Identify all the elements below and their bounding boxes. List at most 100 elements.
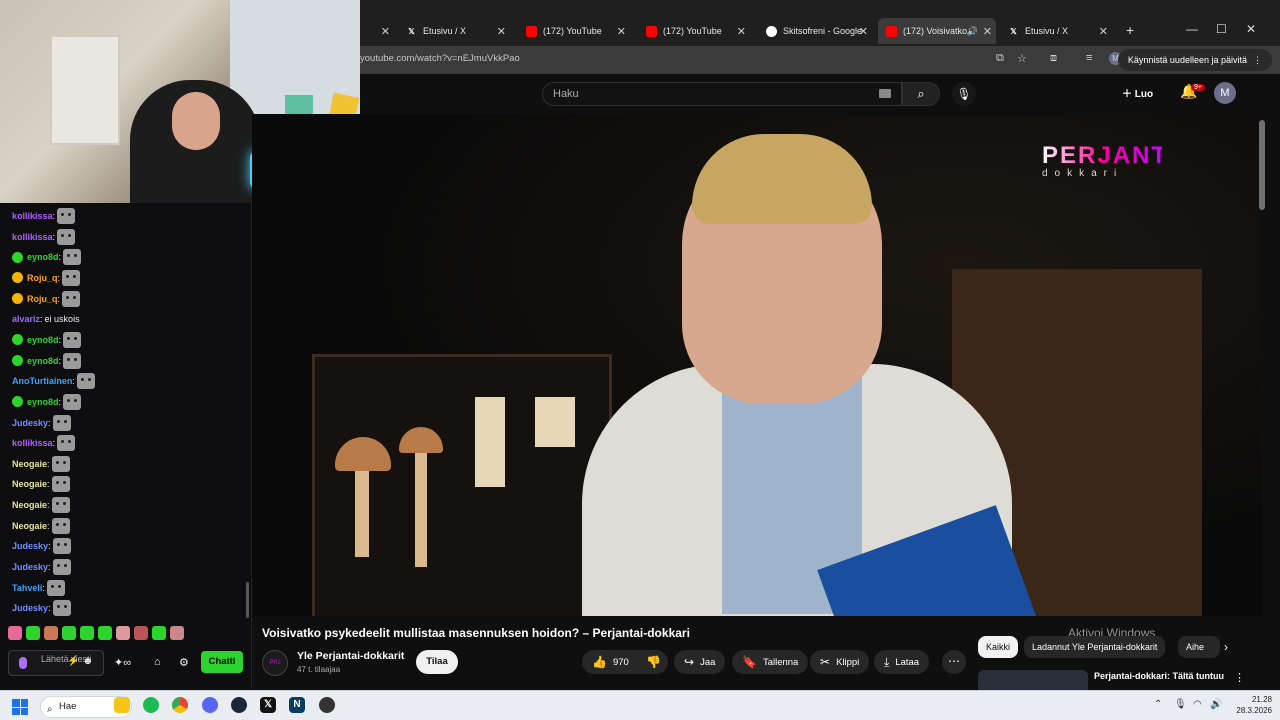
file-explorer-icon[interactable] (114, 697, 130, 713)
chip-uploaded-by[interactable]: Ladannut Yle Perjantai-dokkarit (1024, 636, 1166, 658)
cat-emote-icon[interactable] (52, 538, 71, 555)
media-control-icon[interactable]: ≡ (1086, 52, 1092, 64)
cat-emote-icon[interactable] (52, 600, 71, 617)
bits-icon[interactable]: ⚡ (67, 657, 79, 667)
dislike-button[interactable]: 👎 (638, 650, 668, 674)
steam-icon[interactable] (231, 697, 247, 713)
chat-username[interactable]: Neogaie (12, 459, 47, 469)
chat-badge-icon[interactable] (12, 334, 23, 346)
chat-username[interactable]: kollikissa (12, 232, 53, 242)
browser-tab[interactable]: 𝕏 Etusivu / X ✕ (1000, 20, 1112, 42)
discord-icon[interactable] (202, 697, 218, 713)
close-icon[interactable]: ✕ (617, 25, 626, 38)
chat-badge-icon[interactable] (12, 251, 23, 263)
cat-emote-icon[interactable] (51, 455, 70, 472)
chat-username[interactable]: eyno8d (27, 335, 59, 345)
chat-username[interactable]: Neogaie (12, 521, 47, 531)
clip-button[interactable]: ✂ Klippi (810, 650, 870, 674)
spotify-icon[interactable] (143, 697, 159, 713)
chat-username[interactable]: Neogaie (12, 479, 47, 489)
chat-username[interactable]: eyno8d (27, 397, 59, 407)
update-restart-button[interactable]: Käynnistä uudelleen ja päivitä ⋮ (1117, 49, 1272, 71)
download-button[interactable]: ⤓ Lataa (874, 650, 930, 674)
emote-icon[interactable] (80, 626, 94, 640)
share-button[interactable]: ↪ Jaa (674, 650, 726, 674)
emote-icon[interactable] (26, 626, 40, 640)
search-button[interactable]: ⌕ (902, 82, 940, 106)
chat-message-input[interactable]: Lähetä viesti ⚡ ☻ (8, 650, 104, 676)
obs-icon[interactable] (319, 697, 335, 713)
cat-emote-icon[interactable] (63, 331, 82, 348)
chip-all[interactable]: Kaikki (978, 636, 1019, 658)
browser-tab[interactable]: ✕ (360, 20, 394, 42)
volume-icon[interactable]: 🔊 (1210, 699, 1222, 710)
x-app-icon[interactable]: 𝕏 (260, 697, 276, 713)
cat-emote-icon[interactable] (52, 559, 71, 576)
cat-emote-icon[interactable] (46, 579, 65, 596)
chat-username[interactable]: eyno8d (27, 356, 59, 366)
chat-scrollbar[interactable] (246, 582, 249, 618)
cat-emote-icon[interactable] (57, 435, 76, 452)
page-scrollbar-thumb[interactable] (1259, 120, 1265, 210)
minimize-icon[interactable]: — (1186, 22, 1198, 36)
chat-badge-icon[interactable] (12, 293, 23, 305)
mic-icon[interactable] (19, 657, 27, 669)
chat-username[interactable]: AnoTurtiainen (12, 376, 72, 386)
extensions-icon[interactable]: ⧈ (1050, 52, 1057, 65)
cat-emote-icon[interactable] (63, 249, 82, 266)
emote-icon[interactable] (62, 626, 76, 640)
cat-emote-icon[interactable] (62, 290, 81, 307)
bookmark-star-icon[interactable]: ☆ (1017, 52, 1027, 65)
chat-send-button[interactable]: Chatti (201, 651, 243, 673)
cat-emote-icon[interactable] (52, 414, 71, 431)
subscribe-button[interactable]: Tilaa (416, 650, 458, 674)
more-vert-icon[interactable]: ⋮ (1234, 671, 1245, 684)
chat-username[interactable]: Neogaie (12, 500, 47, 510)
cat-emote-icon[interactable] (51, 517, 70, 534)
create-button[interactable]: ＋ Luo (1122, 85, 1153, 100)
emoji-icon[interactable]: ☻ (82, 657, 93, 667)
chip-topic[interactable]: Aihe (1178, 636, 1220, 658)
windows-start-icon[interactable] (12, 699, 28, 715)
browser-tab[interactable]: 𝕏 Etusivu / X ✕ (398, 20, 510, 42)
chrome-icon[interactable] (172, 697, 188, 713)
keyboard-icon[interactable] (879, 89, 891, 98)
emote-icon[interactable] (134, 626, 148, 640)
channel-avatar[interactable]: PRJ (262, 650, 288, 676)
emote-icon[interactable] (8, 626, 22, 640)
close-icon[interactable]: ✕ (1099, 25, 1108, 38)
close-icon[interactable]: ✕ (381, 25, 390, 38)
cat-emote-icon[interactable] (57, 208, 76, 224)
chat-badge-icon[interactable] (12, 272, 23, 284)
browser-tab[interactable]: (172) YouTube ✕ (518, 20, 630, 42)
chat-username[interactable]: alvariz (12, 314, 40, 324)
recommended-thumbnail[interactable] (978, 670, 1088, 690)
chat-username[interactable]: eyno8d (27, 252, 59, 262)
emote-icon[interactable] (170, 626, 184, 640)
save-button[interactable]: 🔖 Tallenna (732, 650, 809, 674)
cat-emote-icon[interactable] (51, 497, 70, 514)
emote-icon[interactable] (98, 626, 112, 640)
close-icon[interactable]: ✕ (983, 25, 992, 38)
more-actions-button[interactable]: ⋯ (942, 650, 966, 674)
cat-emote-icon[interactable] (51, 476, 70, 493)
cat-emote-icon[interactable] (62, 269, 81, 286)
chat-badge-icon[interactable] (12, 396, 23, 408)
channel-name[interactable]: Yle Perjantai-dokkarit (297, 650, 404, 662)
close-icon[interactable]: ✕ (737, 25, 746, 38)
chat-username[interactable]: Judesky (12, 562, 48, 572)
chat-username[interactable]: Judesky (12, 418, 48, 428)
new-tab-button[interactable]: + (1126, 22, 1134, 38)
chat-username[interactable]: Judesky (12, 541, 48, 551)
chevron-up-icon[interactable]: ⌃ (1154, 699, 1162, 710)
emote-icon[interactable] (44, 626, 58, 640)
chevron-right-icon[interactable]: › (1224, 640, 1228, 654)
chat-username[interactable]: Roju_q (27, 294, 58, 304)
cat-emote-icon[interactable] (76, 373, 95, 390)
voice-search-button[interactable]: 🎙 (952, 82, 976, 106)
install-icon[interactable]: ⧉ (996, 52, 1004, 65)
taskbar-clock[interactable]: 21.28 28.3.2026 (1232, 694, 1272, 716)
video-player[interactable]: PERJANTAI dokkari (252, 114, 1262, 616)
close-icon[interactable]: ✕ (859, 25, 868, 38)
browser-tab[interactable]: Skitsofreni - Google ✕ (758, 20, 872, 42)
